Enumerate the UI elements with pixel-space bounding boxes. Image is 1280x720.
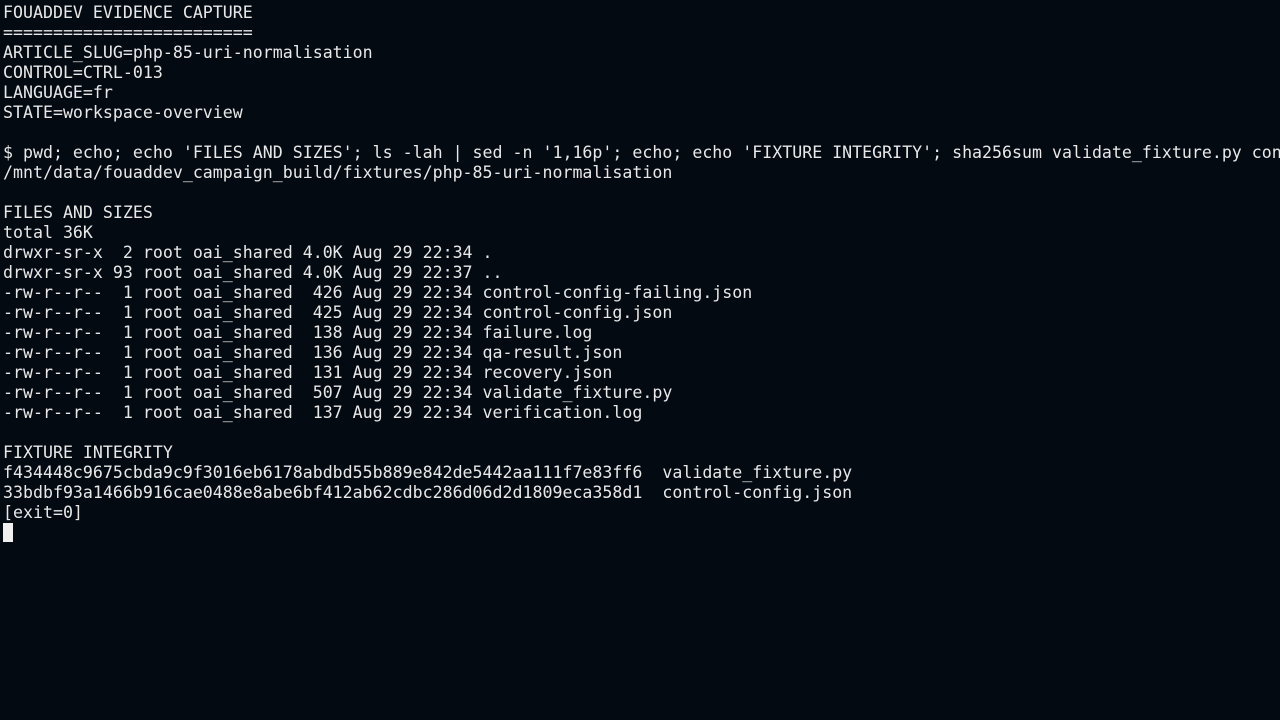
capture-title: FOUADDEV EVIDENCE CAPTURE [3, 3, 253, 22]
exit-status: [exit=0] [3, 503, 83, 522]
files-and-sizes-heading: FILES AND SIZES [3, 203, 153, 222]
listing-row: -rw-r--r-- 1 root oai_shared 507 Aug 29 … [3, 383, 673, 402]
control-line: CONTROL=CTRL-013 [3, 63, 163, 82]
listing-row: -rw-r--r-- 1 root oai_shared 425 Aug 29 … [3, 303, 673, 322]
listing-row: -rw-r--r-- 1 root oai_shared 426 Aug 29 … [3, 283, 753, 302]
listing-row: -rw-r--r-- 1 root oai_shared 138 Aug 29 … [3, 323, 593, 342]
checksum-row: f434448c9675cbda9c9f3016eb6178abdbd55b88… [3, 463, 853, 482]
block-cursor [3, 523, 13, 542]
prompt-line[interactable] [0, 523, 1280, 543]
state-line: STATE=workspace-overview [3, 103, 243, 122]
fixture-integrity-heading: FIXTURE INTEGRITY [3, 443, 173, 462]
title-underline: ========================= [3, 23, 253, 42]
working-directory-output: /mnt/data/fouaddev_campaign_build/fixtur… [3, 163, 673, 182]
terminal-window[interactable]: FOUADDEV EVIDENCE CAPTURE ==============… [0, 0, 1280, 720]
article-slug-line: ARTICLE_SLUG=php-85-uri-normalisation [3, 43, 373, 62]
listing-row: -rw-r--r-- 1 root oai_shared 131 Aug 29 … [3, 363, 613, 382]
checksum-row: 33bdbf93a1466b916cae0488e8abe6bf412ab62c… [3, 483, 853, 502]
listing-row: drwxr-sr-x 2 root oai_shared 4.0K Aug 29… [3, 243, 493, 262]
listing-row: -rw-r--r-- 1 root oai_shared 136 Aug 29 … [3, 343, 623, 362]
listing-row: -rw-r--r-- 1 root oai_shared 137 Aug 29 … [3, 403, 643, 422]
directory-total: total 36K [3, 223, 93, 242]
language-line: LANGUAGE=fr [3, 83, 113, 102]
command-line: $ pwd; echo; echo 'FILES AND SIZES'; ls … [3, 143, 1280, 162]
listing-row: drwxr-sr-x 93 root oai_shared 4.0K Aug 2… [3, 263, 503, 282]
